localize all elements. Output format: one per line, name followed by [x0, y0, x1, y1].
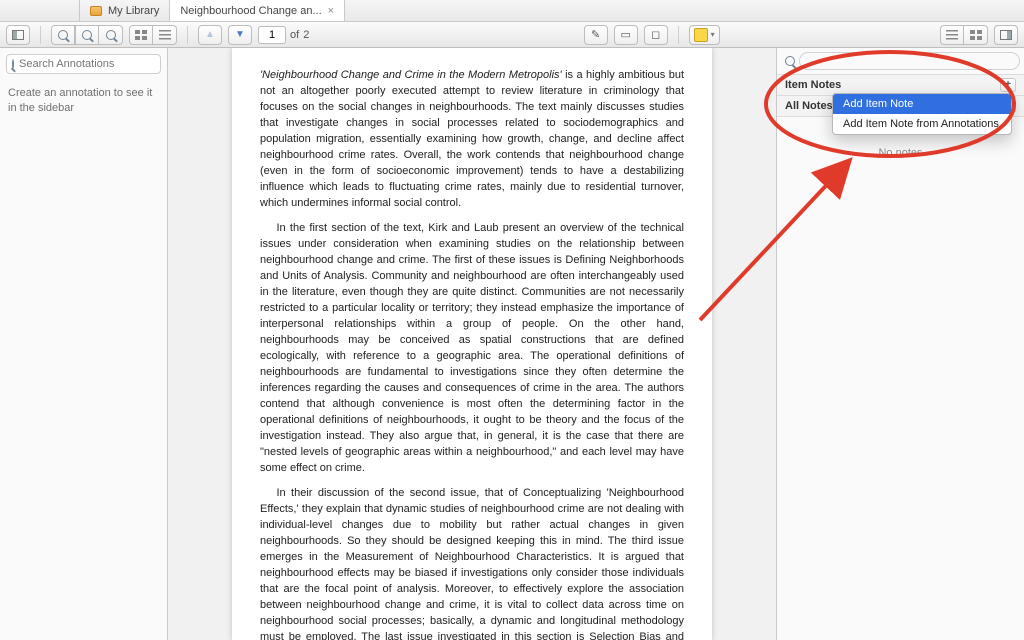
pdf-page: 'Neighbourhood Change and Crime in the M… [232, 48, 712, 640]
page-indicator: of 2 [258, 26, 309, 44]
annotation-search-input[interactable] [19, 58, 161, 70]
tab-spacer [0, 0, 80, 21]
separator [40, 26, 41, 44]
zoom-reset-icon [106, 30, 116, 40]
document-viewport[interactable]: 'Neighbourhood Change and Crime in the M… [168, 48, 776, 640]
lines-icon [946, 30, 958, 40]
annotate-highlight-button[interactable]: ✎ [584, 25, 608, 45]
page-number-input[interactable] [258, 26, 286, 44]
area-icon: ◻ [651, 28, 660, 41]
add-note-menu: Add Item Note Add Item Note from Annotat… [832, 93, 1012, 135]
zoom-out-icon [58, 30, 68, 40]
page-total: 2 [303, 29, 309, 41]
doc-p3: In their discussion of the second issue,… [260, 486, 684, 640]
close-icon[interactable]: × [328, 5, 334, 17]
doc-p2: In the first section of the text, Kirk a… [260, 221, 684, 476]
toggle-left-sidebar-button[interactable] [6, 25, 30, 45]
menu-add-item-note-from-annotations[interactable]: Add Item Note from Annotations [833, 114, 1011, 134]
pencil-icon: ✎ [591, 28, 600, 41]
notes-sidebar: Item Notes + All Notes + No notes [776, 48, 1024, 640]
zoom-in-icon [82, 30, 92, 40]
item-notes-label: Item Notes [785, 79, 841, 91]
doc-p1: is a highly ambitious but not an altoget… [260, 69, 684, 209]
separator [187, 26, 188, 44]
grid2-icon [970, 30, 982, 40]
zoom-group [51, 25, 123, 45]
zoom-in-button[interactable] [75, 25, 99, 45]
folder-icon [90, 6, 102, 16]
grid-icon [135, 30, 147, 40]
toolbar: ▲ ▼ of 2 ✎ ▭ ◻ ▾ [0, 22, 1024, 48]
annotate-note-button[interactable]: ▭ [614, 25, 638, 45]
search-icon [12, 59, 14, 69]
add-item-note-button[interactable]: + [1000, 78, 1016, 92]
tab-document[interactable]: Neighbourhood Change an... × [170, 0, 345, 21]
prev-page-button[interactable]: ▲ [198, 25, 222, 45]
arrow-up-icon: ▲ [205, 29, 215, 40]
right-view-group [940, 25, 988, 45]
highlight-color-button[interactable]: ▾ [689, 25, 720, 45]
view-thumbnails-button[interactable] [129, 25, 153, 45]
next-page-button[interactable]: ▼ [228, 25, 252, 45]
annotations-sidebar: Create an annotation to see it in the si… [0, 48, 168, 640]
right-view-a-button[interactable] [940, 25, 964, 45]
chevron-down-icon: ▾ [711, 30, 715, 39]
note-icon: ▭ [620, 28, 630, 41]
tab-label: Neighbourhood Change an... [180, 5, 321, 17]
separator [678, 26, 679, 44]
zoom-reset-button[interactable] [99, 25, 123, 45]
view-outline-button[interactable] [153, 25, 177, 45]
zoom-out-button[interactable] [51, 25, 75, 45]
toggle-right-sidebar-button[interactable] [994, 25, 1018, 45]
view-mode-group [129, 25, 177, 45]
sidebar-left-icon [12, 30, 24, 40]
page-of-label: of [290, 29, 299, 41]
arrow-down-icon: ▼ [235, 29, 245, 40]
annotations-empty-hint: Create an annotation to see it in the si… [0, 80, 167, 122]
annotate-area-button[interactable]: ◻ [644, 25, 668, 45]
right-view-b-button[interactable] [964, 25, 988, 45]
search-icon [785, 56, 795, 66]
list-icon [159, 30, 171, 40]
menu-add-item-note[interactable]: Add Item Note [833, 94, 1011, 114]
all-notes-label: All Notes [785, 100, 833, 112]
doc-title-italic: 'Neighbourhood Change and Crime in the M… [260, 69, 562, 81]
tab-label: My Library [108, 5, 159, 17]
tab-bar: My Library Neighbourhood Change an... × [0, 0, 1024, 22]
sidebar-right-icon [1000, 30, 1012, 40]
tab-my-library[interactable]: My Library [80, 0, 170, 21]
notes-search-input[interactable] [799, 52, 1020, 70]
color-swatch-icon [694, 28, 708, 42]
annotation-search[interactable] [6, 54, 161, 74]
